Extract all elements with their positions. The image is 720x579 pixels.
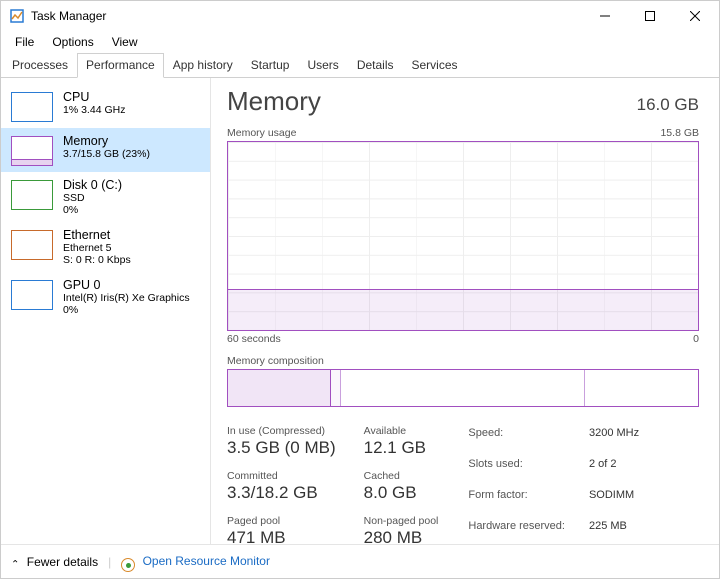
cpu-thumb-icon	[11, 92, 53, 122]
titlebar: Task Manager	[1, 1, 719, 31]
cached-label: Cached	[364, 470, 439, 482]
committed-label: Committed	[227, 470, 336, 482]
menu-options[interactable]: Options	[44, 33, 101, 51]
sidebar-cpu-title: CPU	[63, 90, 125, 104]
chart-x-right: 0	[693, 333, 699, 345]
tabstrip: Processes Performance App history Startu…	[1, 53, 719, 78]
chart-label: Memory usage	[227, 127, 296, 139]
sidebar-memory-title: Memory	[63, 134, 150, 148]
tab-startup[interactable]: Startup	[242, 53, 299, 77]
stats-left: In use (Compressed) 3.5 GB (0 MB) Availa…	[227, 425, 438, 544]
sidebar-item-cpu[interactable]: CPU 1% 3.44 GHz	[1, 84, 210, 128]
paged-value: 471 MB	[227, 528, 336, 544]
sidebar-disk-sub2: 0%	[63, 204, 122, 216]
tab-users[interactable]: Users	[298, 53, 347, 77]
sidebar-memory-sub: 3.7/15.8 GB (23%)	[63, 148, 150, 160]
sidebar-item-ethernet[interactable]: Ethernet Ethernet 5 S: 0 R: 0 Kbps	[1, 222, 210, 272]
cached-value: 8.0 GB	[364, 483, 439, 503]
sidebar: CPU 1% 3.44 GHz Memory 3.7/15.8 GB (23%)…	[1, 78, 211, 544]
memory-usage-chart	[227, 141, 699, 331]
disk-thumb-icon	[11, 180, 53, 210]
maximize-button[interactable]	[627, 2, 672, 30]
sidebar-eth-sub2: S: 0 R: 0 Kbps	[63, 254, 131, 266]
chevron-up-icon: ⌄	[11, 557, 19, 568]
slots-val: 2 of 2	[589, 458, 639, 486]
hw-val: 225 MB	[589, 520, 639, 544]
menubar: File Options View	[1, 31, 719, 53]
gpu-thumb-icon	[11, 280, 53, 310]
main-panel: Memory 16.0 GB Memory usage 15.8 GB 60 s…	[211, 78, 719, 544]
memory-thumb-icon	[11, 136, 53, 166]
footer: ⌄ Fewer details | Open Resource Monitor	[1, 544, 719, 578]
form-val: SODIMM	[589, 489, 639, 517]
paged-label: Paged pool	[227, 515, 336, 527]
tab-apphistory[interactable]: App history	[164, 53, 242, 77]
chart-x-left: 60 seconds	[227, 333, 281, 345]
composition-label: Memory composition	[227, 355, 699, 367]
sidebar-gpu-sub: Intel(R) Iris(R) Xe Graphics	[63, 292, 190, 304]
form-key: Form factor:	[468, 489, 565, 517]
menu-file[interactable]: File	[7, 33, 42, 51]
sidebar-eth-sub: Ethernet 5	[63, 242, 131, 254]
sidebar-item-gpu[interactable]: GPU 0 Intel(R) Iris(R) Xe Graphics 0%	[1, 272, 210, 322]
speed-key: Speed:	[468, 427, 565, 455]
sidebar-disk-sub: SSD	[63, 192, 122, 204]
close-button[interactable]	[672, 2, 717, 30]
page-title: Memory	[227, 86, 321, 117]
hw-key: Hardware reserved:	[468, 520, 565, 544]
tab-performance[interactable]: Performance	[77, 53, 164, 78]
tab-processes[interactable]: Processes	[3, 53, 77, 77]
sidebar-eth-title: Ethernet	[63, 228, 131, 242]
app-icon	[9, 8, 25, 24]
minimize-button[interactable]	[582, 2, 627, 30]
sidebar-item-memory[interactable]: Memory 3.7/15.8 GB (23%)	[1, 128, 210, 172]
inuse-label: In use (Compressed)	[227, 425, 336, 437]
memory-composition-chart	[227, 369, 699, 407]
stats-right: Speed: 3200 MHz Slots used: 2 of 2 Form …	[468, 427, 639, 544]
menu-view[interactable]: View	[104, 33, 146, 51]
resource-monitor-label: Open Resource Monitor	[143, 554, 270, 568]
resource-monitor-icon	[121, 558, 135, 572]
sidebar-gpu-title: GPU 0	[63, 278, 190, 292]
window-title: Task Manager	[31, 9, 106, 23]
ethernet-thumb-icon	[11, 230, 53, 260]
available-value: 12.1 GB	[364, 438, 439, 458]
nonpaged-label: Non-paged pool	[364, 515, 439, 527]
slots-key: Slots used:	[468, 458, 565, 486]
tab-details[interactable]: Details	[348, 53, 403, 77]
tab-services[interactable]: Services	[403, 53, 467, 77]
chart-max: 15.8 GB	[660, 127, 699, 139]
inuse-value: 3.5 GB (0 MB)	[227, 438, 336, 458]
sidebar-item-disk[interactable]: Disk 0 (C:) SSD 0%	[1, 172, 210, 222]
sidebar-gpu-sub2: 0%	[63, 304, 190, 316]
fewer-details-label: Fewer details	[27, 555, 98, 569]
total-memory: 16.0 GB	[637, 95, 699, 115]
sidebar-disk-title: Disk 0 (C:)	[63, 178, 122, 192]
committed-value: 3.3/18.2 GB	[227, 483, 336, 503]
available-label: Available	[364, 425, 439, 437]
speed-val: 3200 MHz	[589, 427, 639, 455]
nonpaged-value: 280 MB	[364, 528, 439, 544]
fewer-details-button[interactable]: ⌄ Fewer details	[11, 555, 98, 569]
open-resource-monitor-link[interactable]: Open Resource Monitor	[121, 554, 270, 570]
separator: |	[108, 555, 111, 569]
sidebar-cpu-sub: 1% 3.44 GHz	[63, 104, 125, 116]
